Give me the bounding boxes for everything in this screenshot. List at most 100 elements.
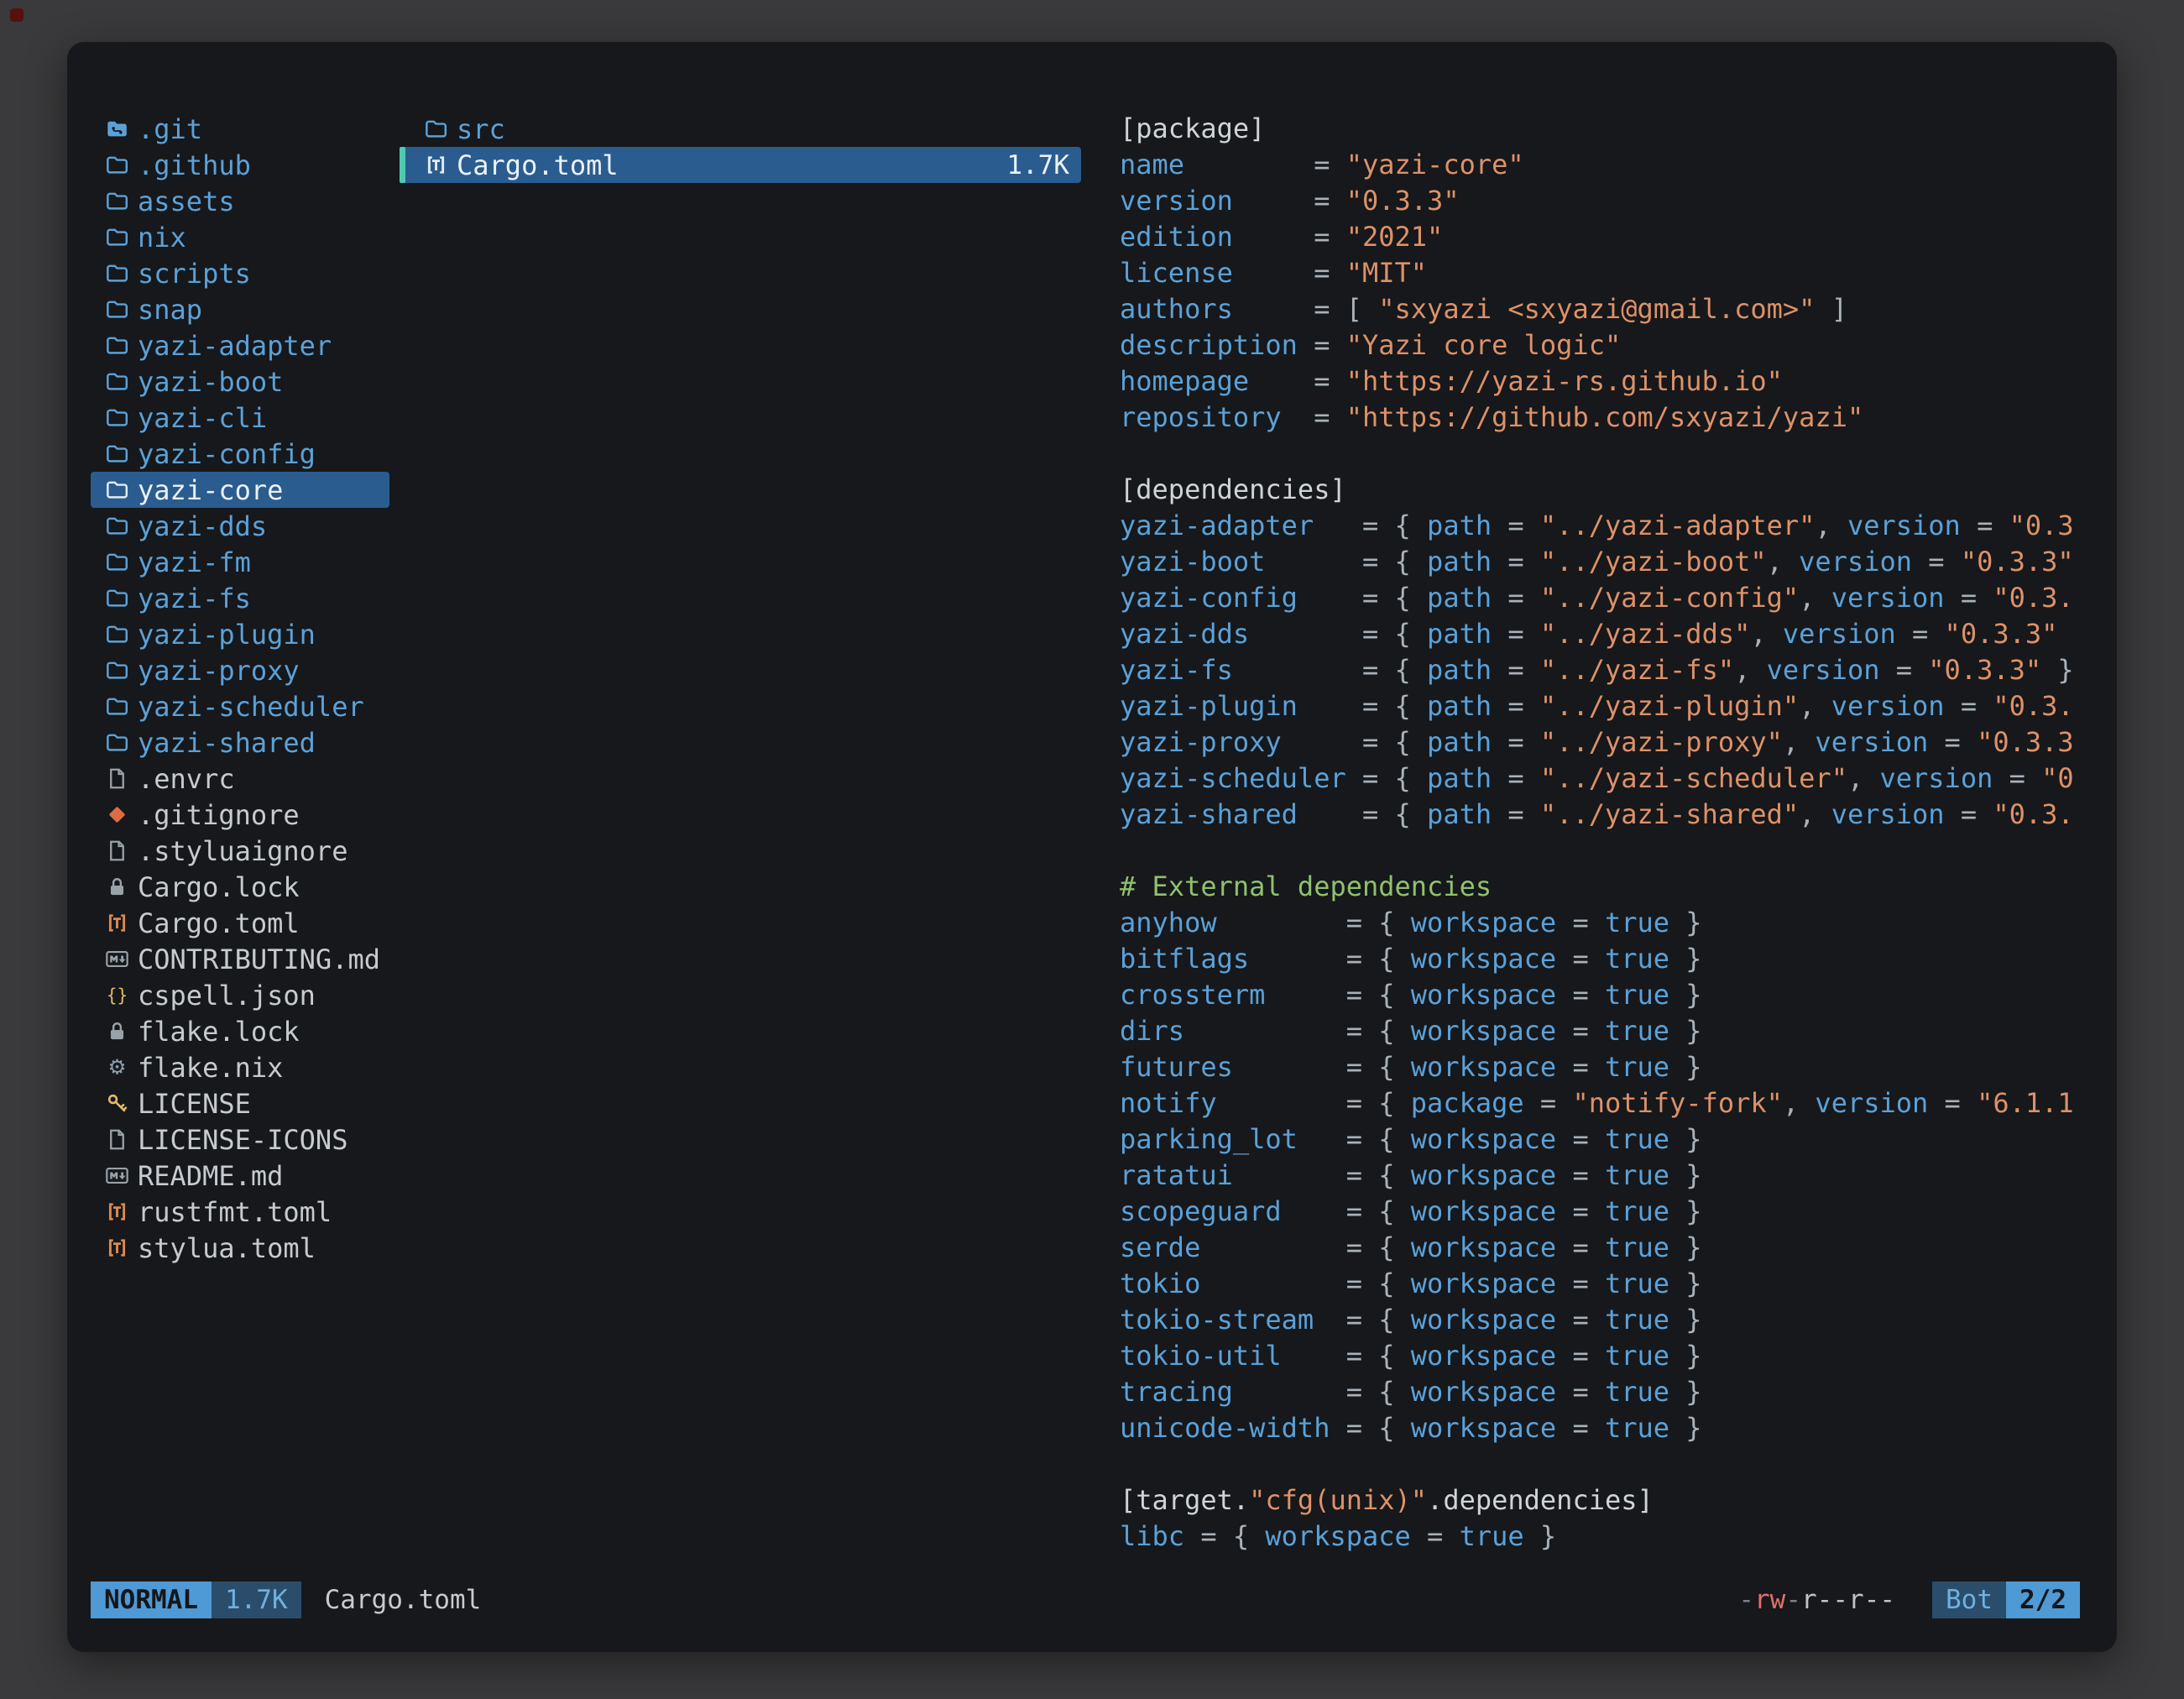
folder-icon xyxy=(102,440,131,468)
preview-line: license = "MIT" xyxy=(1120,255,2117,291)
item-label: README.md xyxy=(138,1160,283,1192)
item-label: LICENSE xyxy=(138,1088,251,1120)
list-item[interactable]: yazi-scheduler xyxy=(91,688,389,724)
list-item[interactable]: yazi-boot xyxy=(91,363,389,400)
preview-line: serde = { workspace = true } xyxy=(1120,1230,2117,1266)
markdown-icon xyxy=(102,1162,131,1190)
list-item[interactable]: {} cspell.json xyxy=(91,977,389,1013)
folder-icon xyxy=(102,259,131,288)
list-item[interactable]: yazi-proxy xyxy=(91,652,389,688)
item-label: yazi-cli xyxy=(138,402,267,434)
list-item[interactable]: yazi-fs xyxy=(91,580,389,616)
key-icon xyxy=(102,1090,131,1118)
folder-icon xyxy=(102,295,131,324)
gear-icon: ⚙ xyxy=(102,1053,131,1082)
folder-icon xyxy=(102,151,131,180)
list-item[interactable]: snap xyxy=(91,291,389,327)
list-item[interactable]: yazi-shared xyxy=(91,724,389,761)
git-diamond-icon xyxy=(102,801,131,829)
item-label: yazi-scheduler xyxy=(138,691,364,723)
list-item[interactable]: src xyxy=(400,111,1081,147)
item-label: yazi-boot xyxy=(138,366,283,398)
list-item[interactable]: yazi-config xyxy=(91,436,389,472)
item-label: stylua.toml xyxy=(138,1232,316,1264)
list-item[interactable]: Cargo.lock xyxy=(91,869,389,905)
item-label: .github xyxy=(138,149,251,181)
list-item[interactable]: yazi-cli xyxy=(91,400,389,436)
list-item[interactable]: .styluaignore xyxy=(91,833,389,869)
list-item[interactable]: nix xyxy=(91,219,389,255)
list-item[interactable]: LICENSE-ICONS xyxy=(91,1121,389,1158)
preview-line: [package] xyxy=(1120,111,2117,147)
folder-icon xyxy=(102,476,131,504)
list-item[interactable]: scripts xyxy=(91,255,389,291)
item-label: snap xyxy=(138,294,202,326)
list-item[interactable]: yazi-core xyxy=(91,472,389,508)
toml-icon xyxy=(102,909,131,938)
item-label: cspell.json xyxy=(138,980,316,1012)
file-icon xyxy=(102,765,131,793)
markdown-icon xyxy=(102,945,131,974)
folder-icon xyxy=(102,656,131,685)
item-label: Cargo.toml xyxy=(457,149,619,181)
preview-line: # External dependencies xyxy=(1120,869,2117,905)
preview-line: yazi-proxy = { path = "../yazi-proxy", v… xyxy=(1120,724,2117,761)
list-item[interactable]: ⚙flake.nix xyxy=(91,1049,389,1085)
preview-line: tokio-util = { workspace = true } xyxy=(1120,1338,2117,1374)
list-item[interactable]: yazi-adapter xyxy=(91,327,389,363)
file-icon xyxy=(102,1126,131,1154)
yazi-main: .git.githubassetsnixscriptssnapyazi-adap… xyxy=(91,111,2117,1575)
braces-icon: {} xyxy=(102,981,131,1010)
list-item[interactable]: yazi-dds xyxy=(91,508,389,544)
svg-text:⚙: ⚙ xyxy=(107,1055,126,1080)
item-label: flake.lock xyxy=(138,1016,300,1048)
folder-icon xyxy=(102,187,131,216)
preview-line: name = "yazi-core" xyxy=(1120,147,2117,183)
current-pane: srcCargo.toml1.7K xyxy=(400,111,1081,1575)
preview-line xyxy=(1120,1446,2117,1482)
list-item[interactable]: CONTRIBUTING.md xyxy=(91,941,389,977)
preview-line: scopeguard = { workspace = true } xyxy=(1120,1194,2117,1230)
preview-pane: [package]name = "yazi-core"version = "0.… xyxy=(1120,111,2117,1575)
item-label: yazi-plugin xyxy=(138,619,316,651)
perm-dash: - xyxy=(1785,1585,1801,1615)
preview-line: anyhow = { workspace = true } xyxy=(1120,905,2117,941)
preview-line: yazi-adapter = { path = "../yazi-adapter… xyxy=(1120,508,2117,544)
item-label: src xyxy=(457,113,505,145)
folder-icon xyxy=(102,332,131,360)
folder-icon xyxy=(102,729,131,757)
preview-line: notify = { package = "notify-fork", vers… xyxy=(1120,1085,2117,1121)
list-item[interactable]: Cargo.toml xyxy=(91,905,389,941)
preview-line: tokio-stream = { workspace = true } xyxy=(1120,1302,2117,1338)
list-item[interactable]: README.md xyxy=(91,1158,389,1194)
folder-icon xyxy=(102,693,131,721)
lock-icon xyxy=(102,873,131,902)
status-filename: Cargo.toml xyxy=(325,1585,482,1615)
list-item[interactable]: .gitignore xyxy=(91,797,389,833)
item-label: yazi-shared xyxy=(138,727,316,759)
list-item[interactable]: rustfmt.toml xyxy=(91,1194,389,1230)
folder-icon xyxy=(102,584,131,613)
svg-text:{}: {} xyxy=(106,985,127,1006)
list-item[interactable]: .envrc xyxy=(91,761,389,797)
list-item[interactable]: Cargo.toml1.7K xyxy=(400,147,1081,183)
terminal-window: .git.githubassetsnixscriptssnapyazi-adap… xyxy=(67,42,2117,1652)
preview-line xyxy=(1120,833,2117,869)
preview-line: version = "0.3.3" xyxy=(1120,183,2117,219)
item-label: yazi-dds xyxy=(138,510,267,542)
list-item[interactable]: flake.lock xyxy=(91,1013,389,1049)
list-item[interactable]: yazi-fm xyxy=(91,544,389,580)
list-item[interactable]: assets xyxy=(91,183,389,219)
preview-line: [dependencies] xyxy=(1120,472,2117,508)
list-item[interactable]: stylua.toml xyxy=(91,1230,389,1266)
list-item[interactable]: .github xyxy=(91,147,389,183)
preview-line: futures = { workspace = true } xyxy=(1120,1049,2117,1085)
list-item[interactable]: .git xyxy=(91,111,389,147)
preview-line xyxy=(1120,436,2117,472)
parent-pane: .git.githubassetsnixscriptssnapyazi-adap… xyxy=(91,111,389,1575)
list-item[interactable]: LICENSE xyxy=(91,1085,389,1121)
list-item[interactable]: yazi-plugin xyxy=(91,616,389,652)
preview-line: yazi-plugin = { path = "../yazi-plugin",… xyxy=(1120,688,2117,724)
preview-line: repository = "https://github.com/sxyazi/… xyxy=(1120,400,2117,436)
preview-line: unicode-width = { workspace = true } xyxy=(1120,1410,2117,1446)
